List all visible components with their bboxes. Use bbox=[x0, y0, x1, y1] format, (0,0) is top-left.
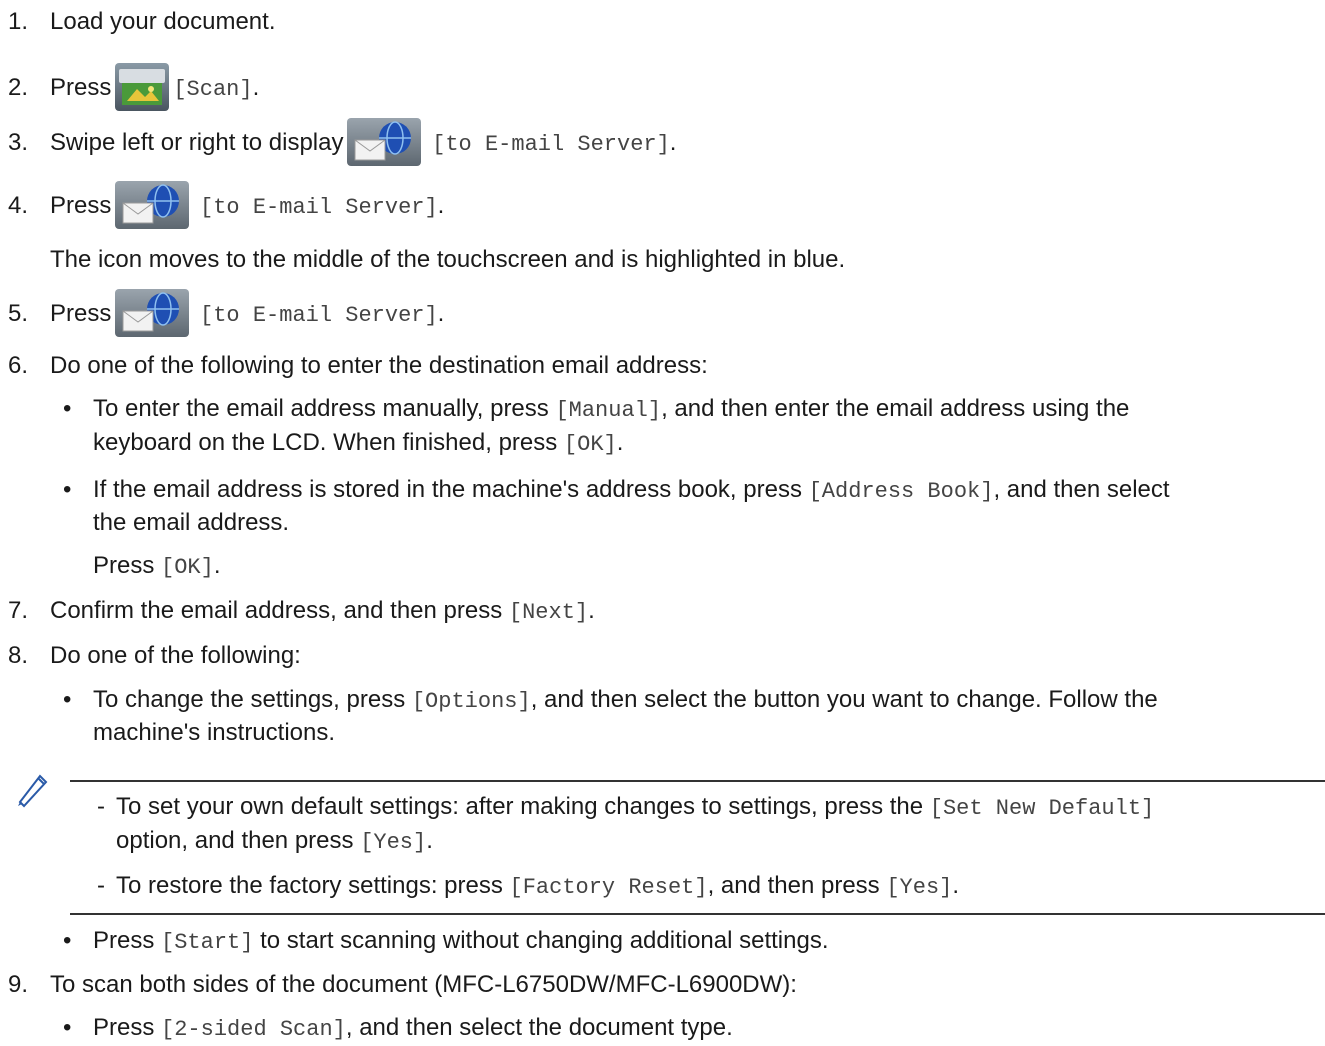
step-text: Confirm the email address, and then pres… bbox=[50, 595, 595, 629]
text-part: , and then select bbox=[993, 476, 1170, 503]
bullet-text: If the email address is stored in the ma… bbox=[93, 474, 1170, 508]
yes-code: [Yes] bbox=[886, 875, 953, 900]
step-tail: . bbox=[437, 300, 445, 327]
text-part: option, and then press bbox=[116, 827, 354, 854]
step-tail: . bbox=[437, 192, 445, 219]
step-tail: . bbox=[252, 74, 260, 101]
step-text: Press [Scan]. bbox=[50, 60, 259, 118]
step-text: To scan both sides of the document (MFC-… bbox=[50, 971, 797, 998]
bullet-text: To enter the email address manually, pre… bbox=[93, 393, 1129, 427]
step-text: Press [to E-mail Server]. bbox=[50, 180, 445, 233]
pencil-note-icon bbox=[18, 774, 48, 808]
bullet: • bbox=[63, 686, 72, 713]
email-server-icon bbox=[347, 117, 422, 166]
bullet-text: the email address. bbox=[93, 509, 290, 536]
email-server-code: [to E-mail Server] bbox=[432, 132, 670, 157]
bullet: • bbox=[63, 476, 72, 503]
step-note: The icon moves to the middle of the touc… bbox=[50, 246, 846, 273]
step-number: 5. bbox=[8, 300, 29, 327]
note-icon bbox=[12, 768, 52, 808]
note-bottom-rule bbox=[70, 913, 1325, 915]
ok-code: [OK] bbox=[161, 555, 214, 580]
step-number: 1. bbox=[8, 8, 29, 35]
bullet-text: machine's instructions. bbox=[93, 719, 336, 746]
bullet: • bbox=[63, 927, 72, 954]
note-text: To set your own default settings: after … bbox=[116, 791, 1154, 825]
text-part: , and then press bbox=[707, 872, 880, 899]
ok-code: [OK] bbox=[563, 432, 617, 457]
bullet: • bbox=[63, 395, 72, 422]
press-label: Press bbox=[50, 192, 112, 219]
text-part: If the email address is stored in the ma… bbox=[93, 476, 802, 503]
text-part: . bbox=[952, 872, 960, 899]
text-part: to start scanning without changing addit… bbox=[260, 927, 829, 954]
text-part: , and then enter the email address using… bbox=[661, 395, 1130, 422]
scan-code: [Scan] bbox=[173, 77, 253, 102]
step-number: 2. bbox=[8, 74, 29, 101]
press-label: Swipe left or right to display bbox=[50, 129, 344, 156]
two-sided-scan-code: [2-sided Scan] bbox=[161, 1017, 346, 1042]
text-part: Confirm the email address, and then pres… bbox=[50, 597, 503, 624]
text-part: To enter the email address manually, pre… bbox=[93, 395, 549, 422]
step-text: Do one of the following to enter the des… bbox=[50, 352, 708, 379]
step-text: Swipe left or right to display [to E-mai… bbox=[50, 117, 677, 170]
step-tail: . bbox=[669, 129, 677, 156]
step-number: 4. bbox=[8, 192, 29, 219]
text-part: To set your own default settings: after … bbox=[116, 793, 924, 820]
step-number: 3. bbox=[8, 129, 29, 156]
text-part: To change the settings, press bbox=[93, 686, 406, 713]
address-book-code: [Address Book] bbox=[808, 479, 994, 504]
text-part: keyboard on the LCD. When finished, pres… bbox=[93, 429, 558, 456]
step-text: Do one of the following: bbox=[50, 642, 301, 669]
email-server-code: [to E-mail Server] bbox=[200, 195, 438, 220]
step-number: 7. bbox=[8, 597, 29, 624]
text-part: , and then select the button you want to… bbox=[530, 686, 1158, 713]
step-text: Press [to E-mail Server]. bbox=[50, 288, 445, 341]
text-part: Press bbox=[93, 927, 155, 954]
note-text: option, and then press [Yes]. bbox=[116, 825, 433, 859]
press-label: Press bbox=[50, 74, 112, 101]
text-part: . bbox=[426, 827, 433, 854]
email-server-icon bbox=[115, 288, 190, 337]
text-part: . bbox=[588, 597, 595, 624]
note-top-rule bbox=[70, 780, 1325, 782]
bullet-text: Press [Start] to start scanning without … bbox=[93, 925, 828, 959]
next-code: [Next] bbox=[508, 600, 589, 625]
dash: - bbox=[97, 793, 105, 820]
step-number: 8. bbox=[8, 642, 29, 669]
manual-code: [Manual] bbox=[555, 398, 662, 423]
yes-code: [Yes] bbox=[360, 830, 427, 855]
bullet-text: Press [OK]. bbox=[93, 550, 221, 584]
press-label: Press bbox=[50, 300, 112, 327]
bullet: • bbox=[63, 1014, 72, 1041]
email-server-icon bbox=[115, 180, 190, 229]
factory-reset-code: [Factory Reset] bbox=[509, 875, 708, 900]
text-part: Press bbox=[93, 1014, 155, 1041]
text-part: . bbox=[616, 429, 624, 456]
start-code: [Start] bbox=[161, 930, 254, 955]
step-text: Load your document. bbox=[50, 8, 276, 35]
set-new-default-code: [Set New Default] bbox=[929, 796, 1155, 821]
dash: - bbox=[97, 872, 105, 899]
scan-icon bbox=[115, 62, 170, 111]
email-server-code: [to E-mail Server] bbox=[200, 303, 438, 328]
options-code: [Options] bbox=[411, 689, 531, 714]
step-number: 9. bbox=[8, 971, 29, 998]
text-part: To restore the factory settings: press bbox=[116, 872, 503, 899]
step-number: 6. bbox=[8, 352, 29, 379]
text-part: , and then select the document type. bbox=[345, 1014, 733, 1041]
bullet-text: keyboard on the LCD. When finished, pres… bbox=[93, 427, 623, 461]
text-part: . bbox=[213, 552, 221, 579]
bullet-text: To change the settings, press [Options],… bbox=[93, 684, 1158, 718]
note-text: To restore the factory settings: press [… bbox=[116, 870, 959, 904]
text-part: Press bbox=[93, 552, 155, 579]
